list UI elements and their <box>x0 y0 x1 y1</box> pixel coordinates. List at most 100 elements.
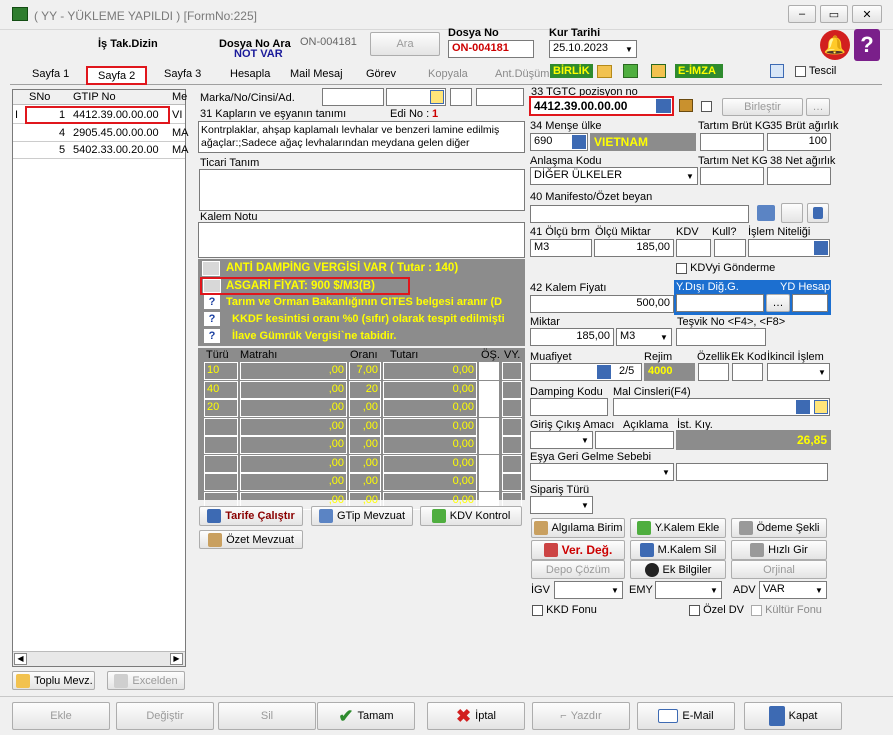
ozellik-field[interactable] <box>698 363 729 381</box>
kdv-field[interactable] <box>676 239 711 257</box>
gtip-mevzuat-button[interactable]: GTip Mevzuat <box>311 506 413 526</box>
chevron-down-icon[interactable]: ▼ <box>657 329 671 345</box>
ekle-button[interactable]: Ekle <box>12 702 110 730</box>
chevron-down-icon[interactable]: ▼ <box>659 464 673 480</box>
tax-vy-cell[interactable] <box>502 417 522 436</box>
odeme-sekli-button[interactable]: Ödeme Şekli <box>731 518 827 538</box>
lookup-icon[interactable] <box>796 400 810 414</box>
chevron-down-icon[interactable]: ▼ <box>578 497 592 513</box>
tax-matrah-cell[interactable]: ,00 <box>240 362 347 380</box>
tax-vy-cell[interactable] <box>502 399 522 417</box>
tax-turu-cell[interactable] <box>204 436 238 454</box>
kapat-button[interactable]: Kapat <box>744 702 842 730</box>
tax-os-cell[interactable] <box>479 362 499 380</box>
olcu-brm-field[interactable]: M3 <box>530 239 592 257</box>
question-icon[interactable]: ? <box>204 295 220 309</box>
kur-tarihi-field[interactable]: 25.10.2023 ▼ <box>549 40 637 58</box>
tax-oran-cell[interactable]: ,00 <box>349 436 381 454</box>
table-row[interactable]: I 1 4412.39.00.00.00 VI <box>13 106 185 124</box>
list-col-gtip[interactable]: GTIP No <box>73 91 116 103</box>
edit-icon[interactable] <box>430 90 444 104</box>
dosya-no-field[interactable]: ON-004181 <box>448 40 534 58</box>
marka-field-4[interactable] <box>476 88 524 106</box>
ek-bilgiler-button[interactable]: Ek Bilgiler <box>630 560 726 579</box>
ek-kod-field[interactable] <box>732 363 763 381</box>
lookup-icon[interactable] <box>597 365 611 379</box>
tax-turu-cell[interactable]: 40 <box>204 380 238 399</box>
mal-cinsleri-field[interactable] <box>613 398 830 416</box>
tax-tutar-cell[interactable]: 0,00 <box>383 417 477 436</box>
tax-tutar-cell[interactable]: 0,00 <box>383 473 477 491</box>
esya-geri-field[interactable] <box>676 463 828 481</box>
adv-select[interactable]: VAR ▼ <box>759 581 827 599</box>
close-button[interactable]: ✕ <box>852 5 882 23</box>
hizli-gir-button[interactable]: Hızlı Gir <box>731 540 827 560</box>
islem-niteligi-field[interactable] <box>748 239 830 257</box>
chevron-down-icon[interactable]: ▼ <box>578 432 592 448</box>
tab-hesapla[interactable]: Hesapla <box>224 65 276 84</box>
excelden-button[interactable]: Excelden <box>107 671 185 690</box>
tax-tutar-cell[interactable]: 0,00 <box>383 380 477 399</box>
kalem-list[interactable]: SNo GTIP No Me I 1 4412.39.00.00.00 VI 4… <box>12 89 189 667</box>
tgtc-field[interactable]: 4412.39.00.00.00 <box>529 96 674 116</box>
alert-row-5[interactable]: ? İlave Gümrük Vergisi`ne tabidir. <box>202 329 524 345</box>
question-icon[interactable]: ? <box>204 329 220 343</box>
tgtc-checkbox[interactable] <box>701 101 712 112</box>
tax-vy-cell[interactable] <box>502 454 522 473</box>
tax-turu-cell[interactable] <box>204 417 238 436</box>
tax-matrah-cell[interactable]: ,00 <box>240 399 347 417</box>
tax-matrah-cell[interactable]: ,00 <box>240 417 347 436</box>
kdv-kontrol-button[interactable]: KDV Kontrol <box>420 506 522 526</box>
igv-select[interactable]: ▼ <box>554 581 623 599</box>
tamam-button[interactable]: ✔ Tamam <box>317 702 415 730</box>
orjinal-button[interactable]: Orjinal <box>731 560 827 579</box>
document-icon[interactable] <box>770 64 784 78</box>
tab-ant-dusum[interactable]: Ant.Düşüm <box>489 65 555 84</box>
manifesto-list-icon[interactable] <box>757 205 775 221</box>
alert-row-1[interactable]: ANTİ DAMPİNG VERGİSİ VAR ( Tutar : 140) <box>202 261 524 277</box>
tartim-brut-field[interactable] <box>700 133 764 151</box>
brut-agirlik-field[interactable]: 100 <box>767 133 831 151</box>
alert-row-3[interactable]: ? Tarım ve Orman Bakanlığının CITES belg… <box>202 295 524 311</box>
tab-gorev[interactable]: Görev <box>360 65 402 84</box>
list-col-sno[interactable]: SNo <box>29 91 50 103</box>
tax-vy-cell[interactable] <box>502 380 522 399</box>
ara-button[interactable]: Ara <box>370 32 440 56</box>
folder-open-icon[interactable] <box>597 65 612 78</box>
marka-field-2[interactable] <box>386 88 446 106</box>
damping-kodu-field[interactable] <box>530 398 608 416</box>
edit-icon[interactable] <box>814 400 828 414</box>
tax-turu-cell[interactable]: 20 <box>204 399 238 417</box>
ikincil-islem-select[interactable]: ▼ <box>767 363 830 381</box>
kalem-notu-textarea[interactable] <box>198 222 525 258</box>
tescil-checkbox[interactable]: Tescil <box>795 65 836 77</box>
tax-matrah-cell[interactable]: ,00 <box>240 380 347 399</box>
export-icon[interactable] <box>651 64 666 78</box>
birlestir-button[interactable]: Birleştir <box>722 98 803 116</box>
toplu-mevz-button[interactable]: Toplu Mevz. <box>12 671 95 690</box>
chevron-down-icon[interactable]: ▼ <box>815 364 829 380</box>
lookup-icon[interactable] <box>656 99 671 113</box>
maximize-button[interactable]: ▭ <box>820 5 848 23</box>
lookup-icon[interactable] <box>814 241 828 255</box>
ydisi-more-button[interactable]: … <box>766 294 790 312</box>
mense-code-field[interactable]: 690 <box>530 133 588 151</box>
m-kalem-sil-button[interactable]: M.Kalem Sil <box>630 540 726 560</box>
birlestir-more-button[interactable]: … <box>806 98 830 116</box>
tax-matrah-cell[interactable]: ,00 <box>240 454 347 473</box>
degistir-button[interactable]: Değiştir <box>116 702 214 730</box>
chevron-down-icon[interactable]: ▼ <box>812 582 826 598</box>
tax-turu-cell[interactable]: 10 <box>204 362 238 380</box>
minimize-button[interactable]: – <box>788 5 816 23</box>
alert-row-2[interactable]: ASGARİ FİYAT: 900 $/M3(B) <box>200 277 410 295</box>
manifesto-blank-button[interactable] <box>781 203 803 223</box>
dosya-no-ara-value[interactable]: ON-004181 <box>300 36 357 48</box>
aciklama-field[interactable] <box>595 431 674 449</box>
box-icon[interactable] <box>679 99 693 112</box>
tarife-calistir-button[interactable]: Tarife Çalıştır <box>199 506 303 526</box>
e-imza-badge[interactable]: E-İMZA <box>675 64 723 78</box>
help-icon[interactable]: ? <box>854 29 880 61</box>
sil-button[interactable]: Sil <box>218 702 316 730</box>
lookup-icon[interactable] <box>572 135 586 149</box>
ver-deg-button[interactable]: Ver. Değ. <box>531 540 625 560</box>
